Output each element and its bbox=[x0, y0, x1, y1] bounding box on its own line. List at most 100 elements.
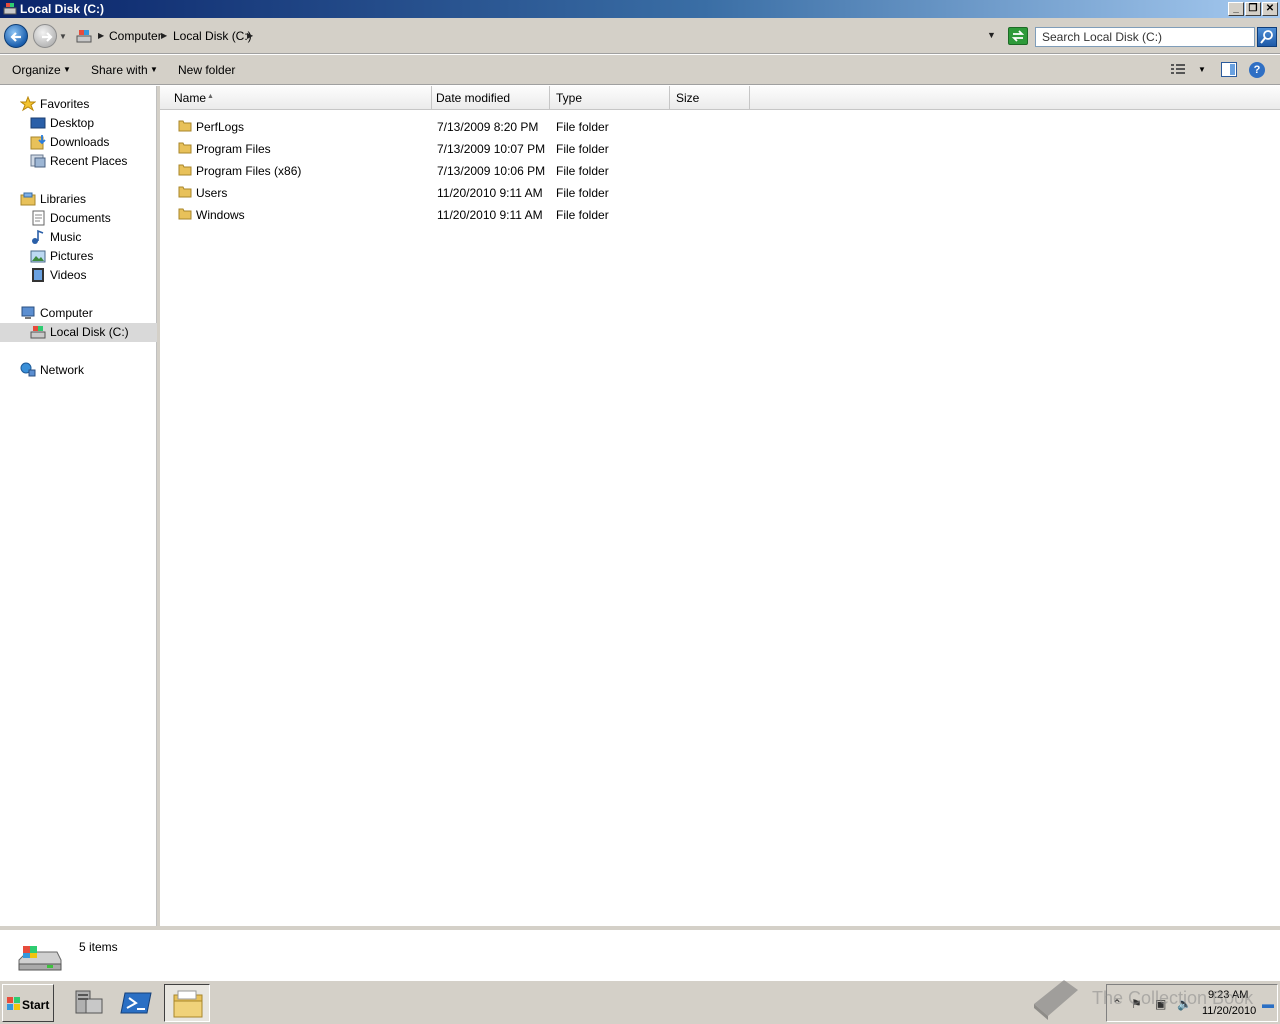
forward-button[interactable] bbox=[33, 24, 57, 48]
network-icon bbox=[20, 362, 36, 377]
table-row[interactable]: Windows 11/20/2010 9:11 AM File folder bbox=[160, 203, 1280, 225]
network-status-icon[interactable]: ▣ bbox=[1155, 997, 1166, 1011]
folder-icon bbox=[178, 186, 192, 198]
documents-icon bbox=[32, 210, 45, 226]
folder-icon bbox=[178, 208, 192, 220]
file-name: PerfLogs bbox=[196, 120, 245, 134]
search-button[interactable] bbox=[1257, 27, 1277, 47]
minimize-button[interactable]: _ bbox=[1228, 2, 1244, 16]
file-name: Users bbox=[196, 186, 228, 200]
file-name: Windows bbox=[196, 208, 245, 222]
file-name: Program Files bbox=[196, 142, 271, 156]
item-count: 5 items bbox=[79, 940, 118, 954]
drive-icon bbox=[3, 3, 17, 15]
star-icon bbox=[20, 96, 36, 112]
table-row[interactable]: Program Files 7/13/2009 10:07 PM File fo… bbox=[160, 137, 1280, 159]
desktop-icon bbox=[30, 117, 46, 129]
organize-button[interactable]: Organize bbox=[12, 63, 61, 77]
nav-item-label: Pictures bbox=[50, 249, 94, 263]
back-button[interactable] bbox=[4, 24, 28, 48]
file-date: 7/13/2009 8:20 PM bbox=[437, 120, 539, 134]
videos-icon bbox=[32, 268, 44, 282]
navigation-pane: Favorites Desktop Downloads Recent Place… bbox=[0, 86, 157, 926]
taskbar: Start ⌃ ⚑ ▣ 🔈 ▬ 9:23 AM 11/20/2010 bbox=[0, 980, 1280, 1024]
search-icon bbox=[1260, 30, 1273, 44]
file-list: Name ▲ Date modified Type Size PerfLogs … bbox=[160, 86, 1280, 926]
column-header-label: Size bbox=[676, 91, 700, 105]
file-date: 11/20/2010 9:11 AM bbox=[437, 208, 543, 222]
file-date: 11/20/2010 9:11 AM bbox=[437, 186, 543, 200]
new-folder-button[interactable]: New folder bbox=[178, 63, 235, 77]
nav-network-label: Network bbox=[40, 363, 85, 377]
nav-computer-label: Computer bbox=[40, 306, 93, 320]
music-icon bbox=[32, 229, 44, 244]
title-bar[interactable]: Local Disk (C:) _ ❐ ✕ bbox=[0, 0, 1280, 18]
table-row[interactable]: Users 11/20/2010 9:11 AM File folder bbox=[160, 181, 1280, 203]
nav-item-label: Desktop bbox=[50, 116, 95, 130]
column-header-date-modified[interactable]: Date modified bbox=[430, 86, 550, 110]
nav-libraries-label: Libraries bbox=[40, 192, 87, 206]
refresh-button[interactable] bbox=[1008, 27, 1028, 45]
show-desktop-icon[interactable]: ▬ bbox=[1262, 997, 1274, 1011]
file-date: 7/13/2009 10:06 PM bbox=[437, 164, 546, 178]
volume-icon[interactable]: 🔈 bbox=[1177, 997, 1192, 1011]
folder-icon bbox=[178, 142, 192, 154]
nav-item-label: Recent Places bbox=[50, 154, 128, 168]
nav-item-label: Local Disk (C:) bbox=[50, 325, 129, 339]
sort-ascending-icon: ▲ bbox=[207, 93, 214, 100]
windows-logo-icon bbox=[7, 997, 20, 1010]
forward-arrow-icon bbox=[42, 32, 53, 42]
server-manager-icon[interactable] bbox=[68, 985, 108, 1021]
help-icon[interactable]: ? bbox=[1249, 62, 1265, 78]
file-type: File folder bbox=[556, 142, 609, 156]
refresh-icon bbox=[1011, 30, 1025, 42]
back-arrow-icon bbox=[10, 32, 21, 42]
breadcrumb-arrow-icon[interactable]: ▶ bbox=[161, 31, 167, 40]
command-bar: Organize ▼ Share with ▼ New folder ▼ ? bbox=[0, 55, 1280, 85]
address-field[interactable]: ▶ Computer ▶ Local Disk (C:) ▶ bbox=[72, 25, 1002, 47]
column-header-label: Date modified bbox=[436, 91, 511, 105]
chevron-down-icon[interactable]: ▼ bbox=[150, 65, 158, 74]
address-bar-row: ▼ ▶ Computer ▶ Local Disk (C:) ▶ ▼ Searc… bbox=[0, 18, 1280, 54]
pictures-icon bbox=[30, 250, 46, 263]
clock-date[interactable]: 11/20/2010 bbox=[1202, 1005, 1256, 1017]
downloads-folder-icon bbox=[30, 135, 46, 150]
clock-time[interactable]: 9:23 AM bbox=[1208, 989, 1248, 1001]
column-header-type[interactable]: Type bbox=[550, 86, 670, 110]
action-center-flag-icon[interactable]: ⚑ bbox=[1131, 997, 1142, 1011]
column-header-row: Name ▲ Date modified Type Size bbox=[160, 86, 1280, 110]
file-type: File folder bbox=[556, 186, 609, 200]
nav-favorites-label: Favorites bbox=[40, 97, 90, 111]
breadcrumb-local-disk[interactable]: Local Disk (C:) bbox=[173, 29, 252, 43]
share-with-button[interactable]: Share with bbox=[91, 63, 148, 77]
recent-pages-dropdown-icon[interactable]: ▼ bbox=[59, 32, 67, 41]
libraries-icon bbox=[20, 192, 36, 206]
view-options-chevron-icon[interactable]: ▼ bbox=[1198, 65, 1206, 74]
file-type: File folder bbox=[556, 164, 609, 178]
chevron-down-icon[interactable]: ▼ bbox=[63, 65, 71, 74]
nav-item-label: Downloads bbox=[50, 135, 110, 149]
close-button[interactable]: ✕ bbox=[1262, 2, 1278, 16]
show-hidden-icons-icon[interactable]: ⌃ bbox=[1112, 997, 1122, 1011]
breadcrumb-arrow-icon[interactable]: ▶ bbox=[247, 31, 253, 40]
table-row[interactable]: Program Files (x86) 7/13/2009 10:06 PM F… bbox=[160, 159, 1280, 181]
restore-button[interactable]: ❐ bbox=[1245, 2, 1261, 16]
file-type: File folder bbox=[556, 120, 609, 134]
search-input[interactable]: Search Local Disk (C:) bbox=[1035, 27, 1255, 47]
folder-icon bbox=[178, 164, 192, 176]
start-button[interactable]: Start bbox=[2, 984, 54, 1022]
folder-icon bbox=[173, 990, 203, 1018]
explorer-task-button[interactable] bbox=[164, 984, 210, 1022]
drive-icon bbox=[18, 946, 62, 971]
preview-pane-icon[interactable] bbox=[1221, 62, 1237, 77]
column-header-size[interactable]: Size bbox=[670, 86, 750, 110]
breadcrumb-computer[interactable]: Computer bbox=[109, 29, 162, 43]
breadcrumb-arrow-icon[interactable]: ▶ bbox=[98, 31, 104, 40]
address-dropdown-icon[interactable]: ▼ bbox=[987, 30, 996, 40]
window-title: Local Disk (C:) bbox=[20, 2, 105, 16]
change-view-icon[interactable] bbox=[1170, 62, 1186, 76]
start-label: Start bbox=[22, 998, 50, 1012]
powershell-icon[interactable] bbox=[117, 985, 157, 1021]
table-row[interactable]: PerfLogs 7/13/2009 8:20 PM File folder bbox=[160, 115, 1280, 137]
file-name: Program Files (x86) bbox=[196, 164, 302, 178]
